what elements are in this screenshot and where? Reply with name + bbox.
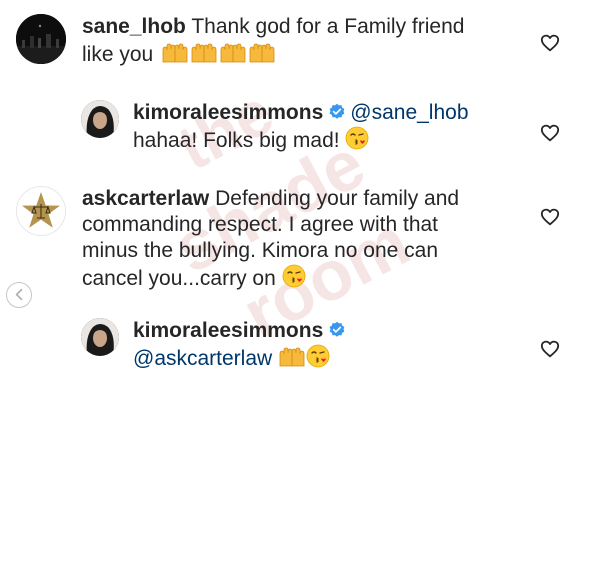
- raising-hands-emoji: [279, 347, 305, 367]
- comment-item: askcarterlaw Defending your family and c…: [16, 186, 459, 292]
- verified-badge-icon: [329, 103, 345, 119]
- raising-hands-emoji-group: [159, 43, 277, 66]
- comment-text: kimoraleesimmons @askcarterlaw: [133, 318, 350, 372]
- reply-item: kimoraleesimmons @sane_lhob hahaa! Folks…: [81, 100, 469, 154]
- comments-panel: the shade room sane_lhob Thank god for a…: [0, 0, 593, 588]
- comment-body: Defending your family and: [215, 187, 460, 210]
- heart-outline-icon[interactable]: [540, 124, 560, 142]
- verified-badge-icon: [329, 321, 345, 337]
- mention-link[interactable]: @askcarterlaw: [133, 347, 272, 370]
- face-blowing-kiss-emoji: [282, 264, 306, 288]
- raising-hands-emoji: [162, 43, 275, 63]
- avatar[interactable]: [81, 100, 119, 138]
- face-blowing-kiss-emoji: [306, 344, 330, 368]
- comment-username[interactable]: sane_lhob: [82, 15, 186, 38]
- reply-item: kimoraleesimmons @askcarterlaw: [81, 318, 350, 372]
- comment-body: hahaa! Folks big mad!: [133, 129, 340, 152]
- comment-body: cancel you...carry on: [82, 267, 276, 290]
- chevron-left-icon[interactable]: [6, 282, 32, 308]
- avatar-image: [16, 14, 66, 64]
- star-scales-logo: [17, 187, 65, 235]
- avatar-image: [81, 100, 119, 138]
- heart-outline-icon[interactable]: [540, 340, 560, 358]
- avatar[interactable]: [81, 318, 119, 356]
- comment-text: kimoraleesimmons @sane_lhob hahaa! Folks…: [133, 100, 469, 154]
- comment-username[interactable]: kimoraleesimmons: [133, 319, 323, 342]
- avatar[interactable]: [16, 186, 66, 236]
- avatar-image: [81, 318, 119, 356]
- comment-username[interactable]: askcarterlaw: [82, 187, 209, 210]
- face-blowing-kiss-emoji: [346, 126, 369, 150]
- comment-body: commanding respect. I agree with that: [82, 213, 439, 236]
- mention-link[interactable]: @sane_lhob: [350, 101, 468, 124]
- comment-text: askcarterlaw Defending your family and c…: [82, 186, 459, 292]
- comment-text: sane_lhob Thank god for a Family friend …: [82, 14, 464, 68]
- heart-outline-icon[interactable]: [540, 34, 560, 52]
- comment-body: Thank god for a Family friend: [191, 15, 465, 38]
- chevron-left-glyph: [15, 288, 22, 301]
- comment-username[interactable]: kimoraleesimmons: [133, 101, 323, 124]
- avatar[interactable]: [16, 14, 66, 64]
- heart-outline-icon[interactable]: [540, 208, 560, 226]
- comment-item: sane_lhob Thank god for a Family friend …: [16, 14, 464, 68]
- comment-body: minus the bullying. Kimora no one can: [82, 239, 439, 262]
- comment-body: like you: [82, 43, 154, 66]
